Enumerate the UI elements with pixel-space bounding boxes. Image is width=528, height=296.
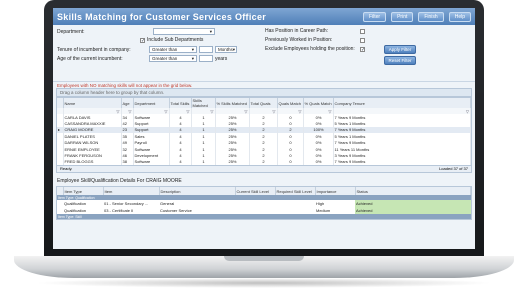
details-header-required-level[interactable]: Required Skill Level: [275, 187, 316, 196]
career-path-label: Has Position in Career Path:: [265, 28, 329, 34]
tenure-unit-select[interactable]: Months ▾: [215, 46, 237, 53]
cell-pct-skills: 25%: [215, 158, 250, 166]
details-header-item[interactable]: Item: [103, 187, 160, 196]
age-operator-select[interactable]: Greater than ▾: [149, 55, 197, 62]
details-header-importance[interactable]: Importance: [315, 187, 356, 196]
department-label: Department:: [57, 28, 85, 35]
prev-worked-checkbox[interactable]: [360, 37, 365, 43]
column-header-total-skills[interactable]: Total Skills: [169, 98, 192, 108]
chevron-down-icon: ▾: [209, 29, 212, 34]
laptop-notch: [224, 256, 304, 261]
column-header-tenure[interactable]: Company Tenure: [333, 98, 471, 108]
age-label: Age of the current incumbent:: [57, 55, 123, 62]
career-path-checkbox[interactable]: [360, 28, 365, 34]
chevron-down-icon: ▾: [232, 47, 236, 52]
cell-item: 03 - Certificate II: [104, 208, 134, 214]
group-row-skill[interactable]: Item Type: Skill: [57, 214, 471, 220]
cell-age: 38: [121, 158, 134, 166]
details-header-description[interactable]: Description: [159, 187, 236, 196]
grid-status-text: Ready.: [60, 166, 73, 172]
column-header-name[interactable]: Name: [63, 98, 122, 108]
details-row[interactable]: Qualification 01 - Senior Secondary ... …: [57, 200, 471, 208]
cell-department: Software: [133, 158, 170, 166]
cell-item: 01 - Senior Secondary ...: [104, 201, 149, 207]
laptop-frame: Skills Matching for Customer Services Of…: [14, 0, 514, 296]
cell-description: Customer Service: [160, 208, 192, 214]
details-row[interactable]: Qualification 03 - Certificate II Custom…: [57, 207, 471, 215]
cell-importance: Medium: [316, 208, 331, 214]
warning-text: Employees with NO matching skills will n…: [53, 81, 475, 88]
cell-pct-quals: 0%: [303, 158, 334, 166]
tenure-operator-select[interactable]: Greater than ▾: [149, 46, 197, 53]
grid-status-bar: Ready. Loaded 37 of 37: [56, 166, 472, 174]
cell-total-skills: 4: [169, 158, 192, 166]
finish-button[interactable]: Finish: [418, 11, 444, 22]
column-header-department[interactable]: Department: [133, 98, 170, 108]
chevron-down-icon: ▾: [191, 47, 194, 52]
cell-required-level: [275, 207, 315, 214]
tenure-value-input[interactable]: [199, 46, 213, 53]
cell-quals-match: 0: [277, 158, 304, 166]
group-by-bar[interactable]: Drag a column header here to group by th…: [56, 88, 472, 97]
column-header-quals-match[interactable]: Quals Match: [277, 98, 304, 108]
chevron-down-icon: ▾: [191, 56, 194, 61]
column-header-age[interactable]: Age: [121, 98, 134, 108]
age-value-input[interactable]: [199, 55, 213, 62]
reset-filter-button[interactable]: Reset Filter: [384, 56, 416, 65]
cell-current-level: [235, 207, 275, 214]
employee-grid: Name Age Department Total Skills Skills …: [56, 97, 472, 167]
cell-item-type: Qualification: [64, 201, 87, 207]
department-select[interactable]: ▾: [153, 28, 215, 35]
details-title: Employee Skill/Qualification Details For…: [57, 178, 182, 185]
include-sub-label: Include Sub Departments: [147, 37, 204, 43]
grid-row-count: Loaded 37 of 37: [439, 166, 468, 172]
prev-worked-label: Previously Worked in Position:: [265, 37, 333, 43]
include-sub-checkbox[interactable]: [140, 37, 145, 43]
cell-status: Achieved: [355, 207, 471, 215]
exclude-label: Exclude Employees holding the position:: [265, 46, 355, 52]
cell-importance: High: [316, 201, 325, 207]
cell-tenure: 7 Years 9 Months: [333, 158, 471, 166]
group-label: Item Type: Skill: [57, 214, 471, 220]
cell-total-quals: 2: [249, 158, 278, 166]
cell-description: General: [160, 201, 175, 207]
details-header-status[interactable]: Status: [355, 187, 471, 196]
apply-filter-button[interactable]: Apply Filter: [384, 45, 416, 54]
window-title: Skills Matching for Customer Services Of…: [57, 11, 267, 22]
details-header-item-type[interactable]: Item Type: [63, 187, 104, 196]
print-button[interactable]: Print: [391, 11, 414, 22]
exclude-checkbox[interactable]: [360, 46, 365, 52]
title-bar: Skills Matching for Customer Services Of…: [53, 8, 475, 25]
app-window: Skills Matching for Customer Services Of…: [53, 8, 475, 249]
cell-status: Achieved: [355, 200, 471, 208]
filter-panel: Department: ▾ Include Sub Departments Te…: [53, 25, 475, 81]
laptop-bezel: Skills Matching for Customer Services Of…: [44, 0, 484, 256]
column-header-pct-skills[interactable]: % Skills Matched: [215, 98, 250, 108]
details-header-current-level[interactable]: Current Skill Level: [235, 187, 276, 196]
filter-button[interactable]: Filter: [362, 11, 387, 22]
age-unit-label: years: [215, 55, 228, 62]
help-button[interactable]: Help: [448, 11, 471, 22]
laptop-shadow: [34, 278, 494, 288]
details-grid: Item Type Item Description Current Skill…: [56, 186, 472, 221]
column-header-total-quals[interactable]: Total Quals: [249, 98, 278, 108]
cell-current-level: [235, 200, 275, 207]
tenure-label: Tenure of incumbent in company:: [57, 46, 131, 53]
cell-skills-matched: 1: [191, 158, 216, 166]
cell-name: FRED BLOGGS: [63, 158, 122, 166]
column-header-pct-quals[interactable]: % Quals Match: [303, 98, 334, 108]
cell-required-level: [275, 200, 315, 207]
table-row[interactable]: FRED BLOGGS 38 Software 4 1 25% 2 0 0% 7…: [57, 158, 471, 166]
column-header-skills-matched[interactable]: Skills Matched: [191, 98, 216, 108]
cell-item-type: Qualification: [64, 208, 87, 214]
